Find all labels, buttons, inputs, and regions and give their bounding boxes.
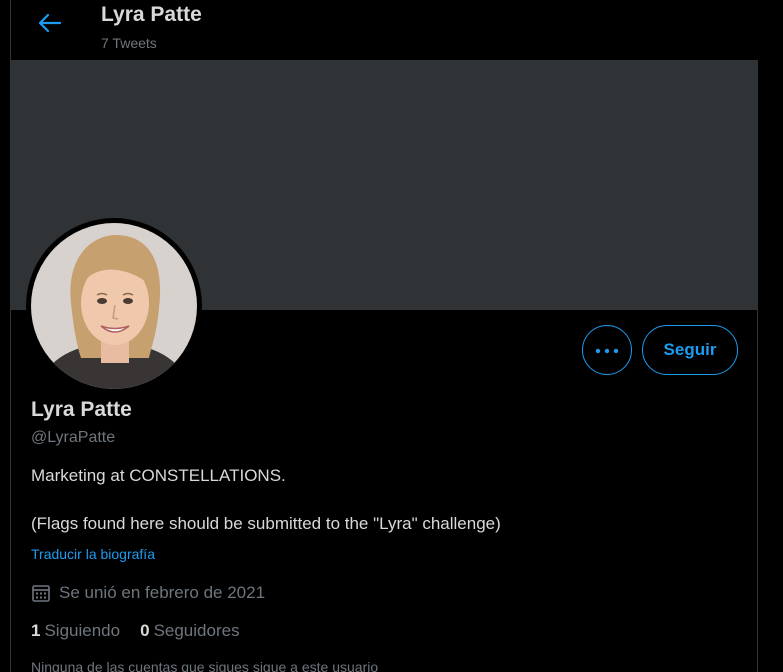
following-label: Siguiendo	[44, 621, 121, 640]
follow-stats: 1 Siguiendo 0 Seguidores	[31, 621, 260, 641]
header-title: Lyra Patte	[101, 3, 202, 26]
calendar-icon	[31, 583, 51, 603]
avatar[interactable]	[26, 218, 202, 394]
avatar-image	[31, 223, 197, 389]
followers-label: Seguidores	[153, 621, 240, 640]
translate-bio-link[interactable]: Traducir la biografía	[31, 546, 155, 562]
bio-line-2: (Flags found here should be submitted to…	[31, 514, 501, 533]
profile-handle: @LyraPatte	[31, 429, 116, 446]
main-column: Lyra Patte 7 Tweets Seguir Lyra Patte @L…	[10, 0, 759, 672]
following-count: 1	[31, 621, 41, 640]
more-options-button[interactable]	[582, 325, 632, 375]
bio-line-1: Marketing at CONSTELLATIONS.	[31, 466, 286, 485]
more-dots-icon	[595, 341, 619, 359]
profile-header: Lyra Patte 7 Tweets	[11, 0, 759, 60]
followers-count: 0	[140, 621, 150, 640]
tweet-count: 7 Tweets	[101, 35, 157, 51]
following-link[interactable]: 1 Siguiendo	[31, 621, 120, 641]
followers-you-know-note: Ninguna de las cuentas que sigues sigue …	[31, 659, 379, 672]
joined-text: Se unió en febrero de 2021	[59, 583, 266, 602]
profile-name: Lyra Patte	[31, 398, 132, 421]
followers-link[interactable]: 0 Seguidores	[140, 621, 239, 641]
arrow-left-icon	[38, 13, 62, 37]
joined-date: Se unió en febrero de 2021	[31, 582, 265, 604]
profile-page: Lyra Patte 7 Tweets Seguir Lyra Patte @L…	[0, 0, 783, 672]
back-button[interactable]	[35, 10, 65, 40]
follow-button[interactable]: Seguir	[642, 325, 738, 375]
